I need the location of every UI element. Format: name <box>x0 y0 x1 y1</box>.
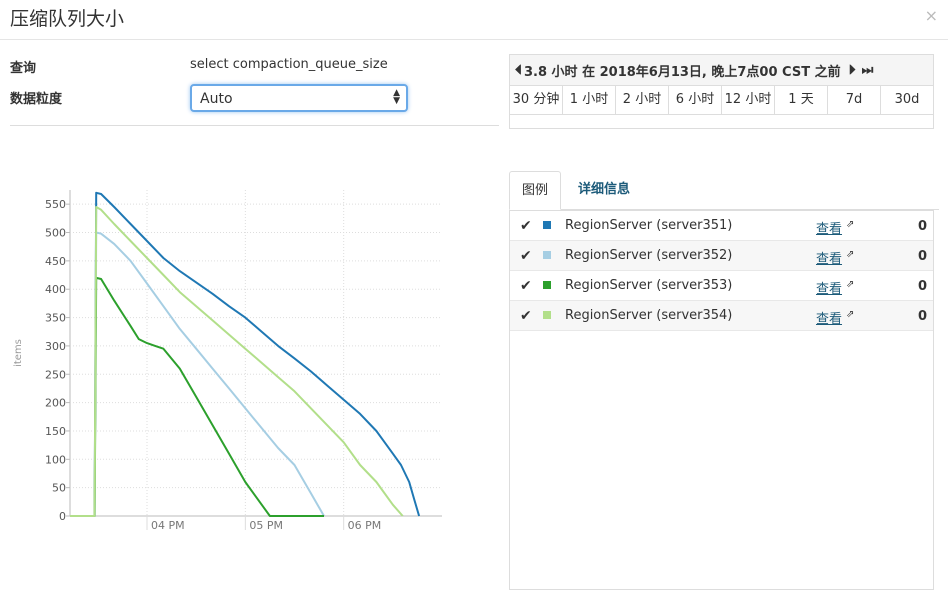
granularity-select[interactable]: Auto ▲ ▼ <box>190 84 408 112</box>
view-link[interactable]: 查看 <box>816 308 842 327</box>
x-tick-label: 04 PM <box>151 519 185 532</box>
chart-series <box>70 191 421 517</box>
legend-row: ✔ RegionServer (server354) 查看 ⇗ 0 <box>510 301 933 331</box>
view-link[interactable]: 查看 <box>816 248 842 267</box>
next-range-icon[interactable]: ⏵⏵ <box>849 63 856 78</box>
legend-list: ✔ RegionServer (server351) 查看 ⇗ 0 ✔ Regi… <box>509 210 934 590</box>
view-link[interactable]: 查看 <box>816 278 842 297</box>
series-name: RegionServer (server351) <box>565 218 733 233</box>
legend-row: ✔ RegionServer (server352) 查看 ⇗ 0 <box>510 241 933 271</box>
view-link[interactable]: 查看 <box>816 218 842 237</box>
select-arrows-icon: ▲ ▼ <box>393 88 400 106</box>
header-divider <box>0 39 948 40</box>
y-tick-label: 100 <box>45 453 66 466</box>
y-tick-label: 250 <box>45 368 66 381</box>
series-swatch <box>543 311 551 319</box>
series-value: 0 <box>917 309 927 324</box>
legend-row: ✔ RegionServer (server353) 查看 ⇗ 0 <box>510 271 933 301</box>
range-option-12h[interactable]: 12 小时 <box>722 86 775 114</box>
time-range-header: ⏴⏴ 3.8 小时 在 2018年6月13日, 晚上7点00 CST 之前 ⏵⏵… <box>510 55 933 86</box>
time-range-options: 30 分钟 1 小时 2 小时 6 小时 12 小时 1 天 7d 30d <box>510 86 933 115</box>
check-icon[interactable]: ✔ <box>520 218 532 234</box>
range-option-30m[interactable]: 30 分钟 <box>510 86 563 114</box>
range-option-2h[interactable]: 2 小时 <box>616 86 669 114</box>
series-line-3 <box>70 276 324 517</box>
series-name: RegionServer (server352) <box>565 248 733 263</box>
y-tick-label: 400 <box>45 283 66 296</box>
query-label: 查询 <box>10 61 37 76</box>
range-option-1d[interactable]: 1 天 <box>775 86 828 114</box>
range-option-1h[interactable]: 1 小时 <box>563 86 616 114</box>
series-swatch <box>543 221 551 229</box>
chart-grid <box>69 190 442 517</box>
check-icon[interactable]: ✔ <box>520 248 532 264</box>
external-link-icon: ⇗ <box>846 279 855 290</box>
series-line-1 <box>70 191 421 517</box>
check-icon[interactable]: ✔ <box>520 278 532 294</box>
form-divider <box>10 125 499 126</box>
range-option-30d[interactable]: 30d <box>881 86 933 114</box>
series-value: 0 <box>917 279 927 294</box>
y-tick-label: 350 <box>45 312 66 325</box>
y-tick-label: 50 <box>52 482 66 495</box>
y-tick-label: 450 <box>45 255 66 268</box>
series-swatch <box>543 251 551 259</box>
external-link-icon: ⇗ <box>846 219 855 230</box>
latest-range-icon[interactable]: ⏭ <box>862 63 874 78</box>
x-tick-label: 05 PM <box>249 519 283 532</box>
external-link-icon: ⇗ <box>846 309 855 320</box>
series-value: 0 <box>917 219 927 234</box>
range-option-6h[interactable]: 6 小时 <box>669 86 722 114</box>
y-tick-label: 550 <box>45 198 66 211</box>
range-option-7d[interactable]: 7d <box>828 86 881 114</box>
series-name: RegionServer (server354) <box>565 308 733 323</box>
prev-range-icon[interactable]: ⏴⏴ <box>515 63 522 78</box>
tab-details[interactable]: 详细信息 <box>566 171 642 209</box>
external-link-icon: ⇗ <box>846 249 855 260</box>
y-tick-label: 0 <box>59 510 66 523</box>
tab-bar: 图例 详细信息 <box>509 171 939 210</box>
check-icon[interactable]: ✔ <box>520 308 532 324</box>
series-swatch <box>543 281 551 289</box>
granularity-value: Auto <box>200 91 233 107</box>
time-range-picker: ⏴⏴ 3.8 小时 在 2018年6月13日, 晚上7点00 CST 之前 ⏵⏵… <box>509 54 934 129</box>
dialog-title: 压缩队列大小 <box>10 8 125 30</box>
close-icon[interactable]: × <box>925 6 938 25</box>
series-value: 0 <box>917 249 927 264</box>
y-ticks: 0 50 100 150 200 250 300 350 400 450 500 550 <box>45 198 70 523</box>
granularity-label: 数据粒度 <box>10 92 63 107</box>
y-tick-label: 150 <box>45 425 66 438</box>
y-tick-label: 500 <box>45 227 66 240</box>
legend-row: ✔ RegionServer (server351) 查看 ⇗ 0 <box>510 211 933 241</box>
y-tick-label: 200 <box>45 397 66 410</box>
y-tick-label: 300 <box>45 340 66 353</box>
y-axis-label: items <box>13 339 24 367</box>
query-value: select compaction_queue_size <box>190 57 388 72</box>
x-tick-label: 06 PM <box>348 519 382 532</box>
series-name: RegionServer (server353) <box>565 278 733 293</box>
time-range-label: 3.8 小时 在 2018年6月13日, 晚上7点00 CST 之前 <box>524 64 841 80</box>
line-chart: 050100150200250300350400450500550 04 PM 0… <box>13 190 442 532</box>
series-line-4 <box>70 206 404 517</box>
tab-legend[interactable]: 图例 <box>509 171 562 210</box>
x-ticks: 04 PM 05 PM 06 PM <box>146 516 382 532</box>
